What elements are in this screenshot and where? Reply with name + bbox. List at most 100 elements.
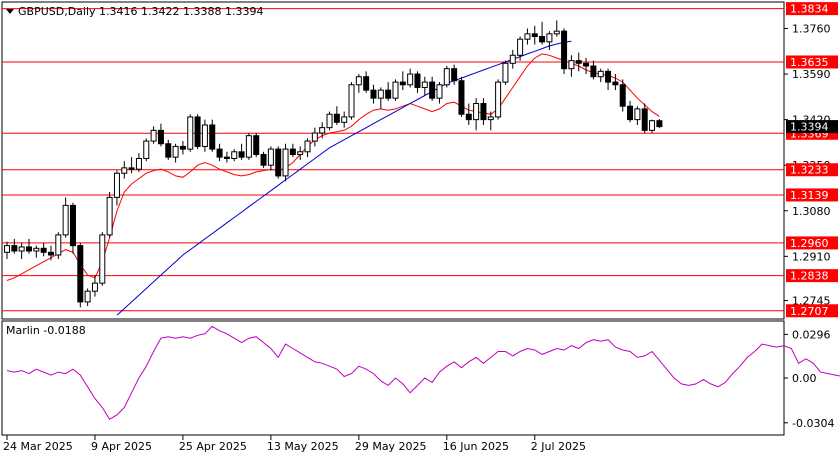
- candle-body-bull: [297, 151, 304, 155]
- candle: [135, 153, 142, 172]
- time-tick-label: 13 May 2025: [267, 440, 339, 453]
- candle-body-bull: [282, 148, 289, 177]
- candle-body-bear: [605, 70, 612, 83]
- candle: [267, 146, 274, 171]
- candle-body-bear: [253, 135, 260, 155]
- candle-body-bear: [575, 60, 582, 64]
- indicator-layer: 0.0296 0.00 -0.0304: [6, 325, 840, 430]
- candle-body-bull: [392, 81, 399, 99]
- candle: [69, 202, 76, 254]
- candle: [289, 143, 296, 158]
- candle-body-bull: [649, 120, 656, 131]
- candle: [473, 98, 480, 131]
- candle-body-bull: [135, 157, 142, 170]
- candle: [568, 55, 575, 77]
- candle-body-bull: [443, 68, 450, 86]
- candle: [546, 31, 553, 50]
- candle-body-bull: [436, 84, 443, 99]
- candle-body-bear: [619, 84, 626, 107]
- candle: [143, 138, 150, 162]
- candle-body-bull: [4, 245, 10, 253]
- candle: [443, 66, 450, 88]
- current-price-tag: 1.3394: [786, 120, 838, 134]
- candle-body-bull: [326, 113, 333, 129]
- candle-body-bear: [429, 81, 436, 99]
- price-tick-label: 1.3590: [792, 68, 831, 81]
- candle-body-bear: [561, 30, 568, 70]
- candle-body-bear: [612, 81, 619, 86]
- candle: [209, 119, 216, 152]
- candle: [326, 111, 333, 131]
- candle: [304, 138, 311, 158]
- candle-body-bear: [128, 167, 135, 170]
- candle: [627, 100, 634, 123]
- candle: [179, 141, 186, 155]
- candle: [157, 123, 164, 147]
- candle-body-bull: [113, 172, 120, 198]
- candle-body-bull: [150, 129, 157, 142]
- candle: [11, 238, 18, 254]
- candle: [99, 232, 106, 286]
- candle-body-bull: [473, 103, 480, 121]
- time-axis: 24 Mar 2025 9 Apr 2025 25 Apr 2025 13 May 2…: [3, 435, 586, 453]
- level-tag: 1.3233: [786, 163, 838, 177]
- candle-body-bull: [348, 84, 355, 118]
- level-tag-label: 1.3139: [790, 189, 829, 202]
- candle: [172, 143, 179, 163]
- candle-body-bear: [260, 153, 267, 166]
- candle: [106, 192, 113, 238]
- levels-layer: [2, 8, 784, 312]
- candle-body-bear: [179, 145, 186, 150]
- candle: [201, 119, 208, 152]
- level-tag: 1.2960: [786, 236, 838, 250]
- candle: [245, 133, 252, 160]
- level-tag-label: 1.3834: [790, 3, 829, 16]
- candle-body-bear: [216, 148, 223, 158]
- time-tick-label: 29 May 2025: [355, 440, 427, 453]
- candle: [597, 68, 604, 83]
- candle: [641, 103, 648, 134]
- indicator-plot-frame: [1, 320, 785, 436]
- candle-body-bull: [597, 70, 604, 78]
- candle: [575, 52, 582, 72]
- candle: [458, 76, 465, 117]
- candle-body-bull: [355, 76, 362, 86]
- candle: [297, 146, 304, 160]
- main-plot-frame: [1, 1, 785, 320]
- candle-body-bear: [539, 36, 546, 43]
- candle: [524, 28, 531, 45]
- indicator-label: Marlin -0.0188: [6, 324, 86, 337]
- candle-body-bull: [341, 116, 348, 123]
- candle-body-bear: [165, 143, 172, 158]
- candle: [77, 242, 84, 308]
- candle: [84, 288, 91, 306]
- candle: [223, 151, 230, 163]
- level-tag: 1.3635: [786, 55, 838, 69]
- time-tick-label: 9 Apr 2025: [91, 440, 152, 453]
- candle-body-bull: [502, 62, 509, 83]
- current-price-label: 1.3394: [790, 121, 829, 134]
- gbpusd-chart: 1.37601.35901.34201.32501.30801.29101.27…: [1, 1, 840, 453]
- candle: [275, 146, 282, 179]
- candle-body-bear: [363, 76, 370, 91]
- candle-body-bear: [458, 80, 465, 115]
- candle-body-bull: [106, 196, 113, 236]
- level-tag-label: 1.2838: [790, 270, 829, 283]
- candle-body-bear: [531, 33, 538, 38]
- candle-body-bull: [18, 246, 25, 252]
- candle-body-bear: [583, 62, 590, 67]
- candle-body-bull: [84, 290, 91, 303]
- candle: [436, 82, 443, 104]
- candle: [429, 76, 436, 101]
- collapse-triangle-icon[interactable]: [6, 9, 14, 14]
- candle-body-bull: [524, 33, 531, 40]
- candle: [216, 143, 223, 162]
- candle: [150, 126, 157, 144]
- candle: [40, 242, 47, 257]
- level-tag: 1.3834: [786, 2, 838, 16]
- candle-body-bull: [407, 73, 414, 86]
- candle-body-bull: [509, 54, 516, 64]
- level-tag: 1.2838: [786, 269, 838, 283]
- candle-body-bear: [223, 156, 230, 159]
- time-tick-label: 24 Mar 2025: [3, 440, 73, 453]
